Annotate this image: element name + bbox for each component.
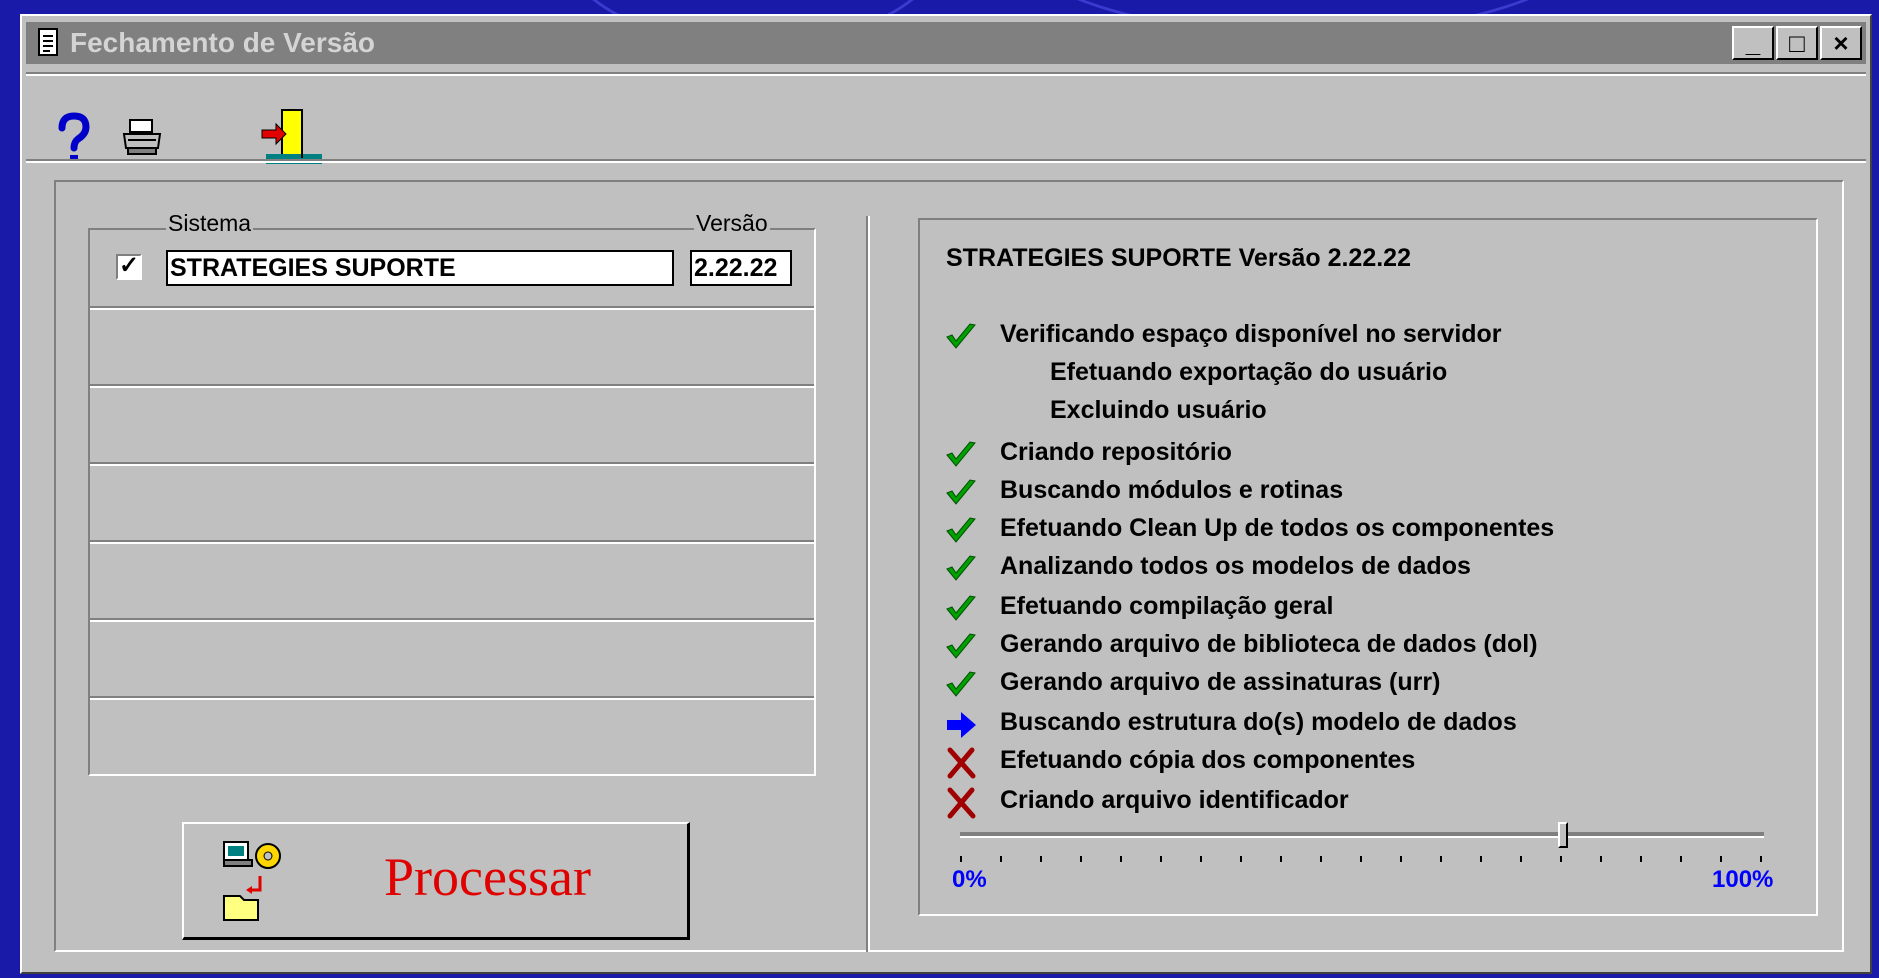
title-bar[interactable]: Fechamento de Versão _ □ × (26, 22, 1866, 64)
check-icon (944, 668, 978, 702)
arrow-right-icon (944, 708, 978, 742)
grid-row[interactable] (90, 698, 814, 774)
systems-grid: ✓ STRATEGIES SUPORTE 2.22.22 (88, 228, 816, 776)
progress-slider-track (960, 832, 1764, 838)
cross-icon (944, 746, 978, 780)
progress-tick (1480, 856, 1482, 862)
progress-tick (1440, 856, 1442, 862)
log-step-label: Verificando espaço disponível no servido… (1000, 320, 1502, 348)
progress-tick (1520, 856, 1522, 862)
toolbar (22, 74, 1870, 172)
progress-tick (1760, 856, 1762, 862)
grid-row[interactable] (90, 308, 814, 386)
maximize-icon: □ (1789, 27, 1805, 58)
document-icon (36, 28, 62, 58)
progress-tick (1400, 856, 1402, 862)
check-icon (944, 320, 978, 354)
process-button-label: Processar (384, 847, 591, 907)
progress-tick (1720, 856, 1722, 862)
column-header-versao: Versão (694, 210, 770, 237)
toolbar-top-divider (26, 72, 1866, 76)
column-header-sistema: Sistema (166, 210, 254, 237)
progress-tick (1240, 856, 1242, 862)
app-window: Fechamento de Versão _ □ × ✓ STRATEGIES … (20, 14, 1872, 974)
system-version-field[interactable]: 2.22.22 (690, 250, 792, 286)
progress-tick (1040, 856, 1042, 862)
toolbar-divider (26, 159, 1866, 163)
log-step-label: Criando repositório (1000, 438, 1232, 466)
maximize-button[interactable]: □ (1776, 26, 1818, 60)
grid-row: ✓ STRATEGIES SUPORTE 2.22.22 (90, 230, 814, 308)
log-step-label: Criando arquivo identificador (1000, 786, 1349, 814)
log-step-label: Efetuando exportação do usuário (1050, 358, 1448, 386)
progress-tick (1640, 856, 1642, 862)
progress-max-label: 100% (1712, 866, 1774, 893)
progress-tick (1200, 856, 1202, 862)
progress-min-label: 0% (952, 866, 987, 893)
check-icon (944, 630, 978, 664)
check-icon (944, 438, 978, 472)
process-gears-icon (220, 836, 290, 922)
progress-tick (1120, 856, 1122, 862)
printer-icon[interactable] (120, 116, 166, 162)
log-step-label: Efetuando compilação geral (1000, 592, 1334, 620)
log-step-label: Efetuando cópia dos componentes (1000, 746, 1416, 774)
log-step-label: Buscando estrutura do(s) modelo de dados (1000, 708, 1517, 736)
close-icon: × (1833, 27, 1849, 58)
system-checkbox[interactable]: ✓ (116, 254, 142, 280)
progress-tick (1600, 856, 1602, 862)
minimize-button[interactable]: _ (1732, 26, 1774, 60)
grid-row[interactable] (90, 464, 814, 542)
check-icon (944, 592, 978, 626)
log-step-label: Buscando módulos e rotinas (1000, 476, 1344, 504)
progress-slider-thumb[interactable] (1558, 822, 1568, 848)
log-step-label: Analizando todos os modelos de dados (1000, 552, 1471, 580)
progress-tick (960, 856, 962, 862)
progress-tick (1680, 856, 1682, 862)
progress-tick (1320, 856, 1322, 862)
log-step-label: Gerando arquivo de biblioteca de dados (… (1000, 630, 1538, 658)
progress-tick (1080, 856, 1082, 862)
log-title: STRATEGIES SUPORTE Versão 2.22.22 (946, 244, 1411, 272)
check-icon (944, 514, 978, 548)
progress-tick (1280, 856, 1282, 862)
progress-tick (1160, 856, 1162, 862)
grid-row[interactable] (90, 542, 814, 620)
check-icon (944, 476, 978, 510)
log-step-label: Gerando arquivo de assinaturas (urr) (1000, 668, 1441, 696)
window-controls: _ □ × (1732, 26, 1862, 60)
grid-row[interactable] (90, 620, 814, 698)
close-button[interactable]: × (1820, 26, 1862, 60)
log-step-label: Efetuando Clean Up de todos os component… (1000, 514, 1555, 542)
check-icon (944, 552, 978, 586)
cross-icon (944, 786, 978, 820)
process-log-panel: STRATEGIES SUPORTE Versão 2.22.22 Verifi… (918, 218, 1818, 916)
progress-tick (1560, 856, 1562, 862)
panel-divider (866, 216, 870, 952)
window-title: Fechamento de Versão (70, 27, 376, 58)
grid-row[interactable] (90, 386, 814, 464)
progress-tick (1000, 856, 1002, 862)
log-step-label: Excluindo usuário (1050, 396, 1267, 424)
process-button[interactable]: Processar (182, 822, 690, 940)
progress-tick (1360, 856, 1362, 862)
system-name-field[interactable]: STRATEGIES SUPORTE (166, 250, 674, 286)
minimize-icon: _ (1745, 27, 1761, 58)
